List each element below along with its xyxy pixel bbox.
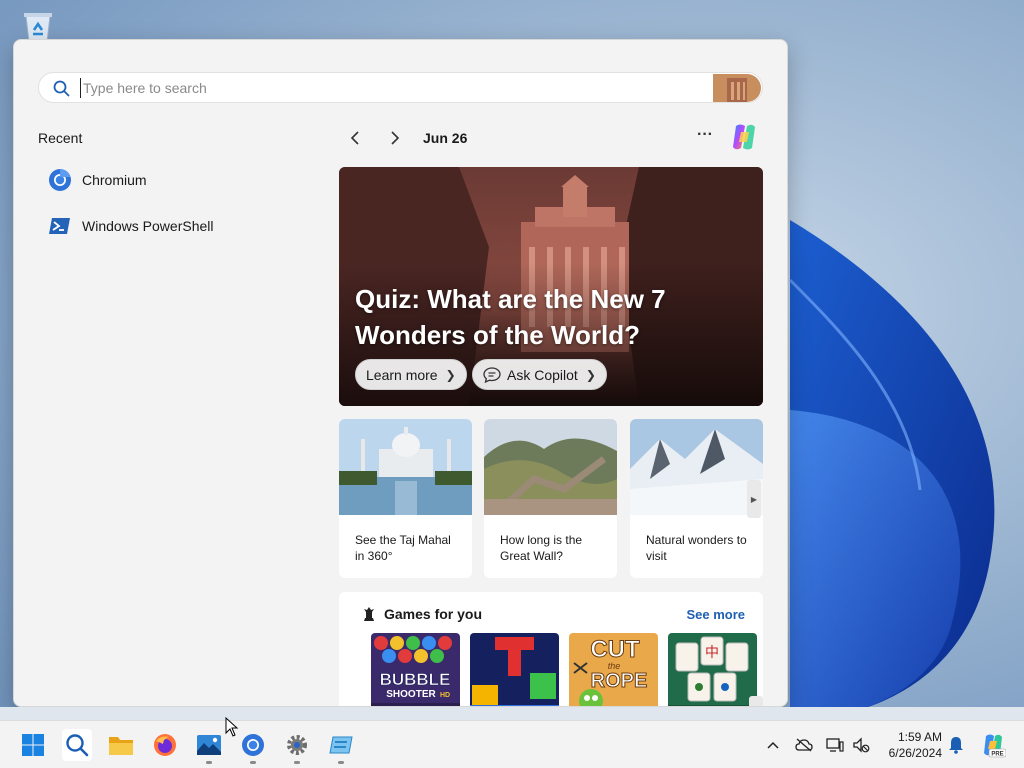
desktop-strip [0,707,1024,720]
clock-date: 6/26/2024 [888,746,942,760]
game-tile-blocks[interactable] [470,633,559,707]
search-box[interactable] [38,72,763,103]
mahjong-glyph-text: 中 [705,645,719,661]
mountains-image [630,419,763,515]
card-caption: See the Taj Mahal in 360° [355,533,451,563]
chevron-right-icon: ❯ [585,367,596,382]
chromium-icon [49,169,71,191]
recent-item-chromium[interactable]: Chromium [38,160,308,200]
card-natural-wonders[interactable]: Natural wonders to visit [630,419,763,578]
clock-time: 1:59 AM [897,730,942,744]
card-caption: How long is the Great Wall? [500,533,583,563]
running-indicator [250,761,256,764]
search-input[interactable] [80,78,660,98]
card-taj-mahal[interactable]: See the Taj Mahal in 360° [339,419,472,578]
chat-bubble-icon [483,366,501,383]
recent-item-label: Windows PowerShell [82,218,214,234]
great-wall-image [484,419,617,515]
feed-date: Jun 26 [423,130,468,146]
photos-icon [197,735,221,755]
file-explorer-button[interactable] [107,731,135,759]
onedrive-status-button[interactable] [795,736,813,754]
learn-more-label: Learn more [366,366,438,383]
folder-icon [109,737,133,755]
hd-logo-text: HD [440,692,450,699]
search-icon [66,734,89,757]
running-indicator [206,761,212,764]
card-caption: Natural wonders to visit [646,533,747,563]
chromium-icon [242,734,264,756]
hero-title: Quiz: What are the New 7 Wonders of the … [355,284,666,350]
photos-button[interactable] [195,731,223,759]
previous-button[interactable] [343,126,367,150]
more-options-button[interactable]: ··· [691,126,719,150]
chevron-left-icon [350,131,359,145]
firefox-button[interactable] [151,731,179,759]
cut-logo-text: CUT [590,636,640,663]
app-window-icon [329,736,353,754]
network-button[interactable] [826,736,844,754]
recent-heading: Recent [38,130,83,146]
chevron-up-icon [767,741,779,749]
games-scroll-right-button[interactable]: ▶ [749,696,763,706]
clock[interactable]: 1:59 AM 6/26/2024 [884,729,942,761]
recent-item-label: Chromium [82,172,147,188]
recent-item-powershell[interactable]: Windows PowerShell [38,206,308,246]
bubble-logo-text: BUBBLE [380,670,451,689]
search-highlight-thumbnail[interactable] [713,74,761,102]
gear-icon [287,735,307,755]
cards-scroll-right-button[interactable]: ▶ [747,480,761,518]
copilot-icon[interactable] [727,120,761,154]
running-indicator [338,761,344,764]
chess-piece-icon [364,607,374,621]
game-tile-mahjong[interactable]: 中 [668,633,757,707]
game-tile-bubble-shooter[interactable]: BUBBLE SHOOTER HD [371,633,460,707]
taj-mahal-image [339,419,472,515]
feed-nav-row: Jun 26 ··· [339,124,769,150]
volume-button[interactable] [852,736,870,754]
start-button[interactable] [19,731,47,759]
card-great-wall[interactable]: How long is the Great Wall? [484,419,617,578]
ask-copilot-button[interactable]: Ask Copilot ❯ [472,359,607,390]
notifications-button[interactable] [947,736,965,754]
see-more-link[interactable]: See more [686,607,745,622]
next-button[interactable] [383,126,407,150]
chevron-right-icon: ❯ [445,367,456,382]
ask-copilot-label: Ask Copilot [507,366,578,383]
bell-icon [949,737,963,754]
copilot-pre-badge: PRE [991,752,1003,758]
taskbar-search-button[interactable] [62,729,92,761]
cloud-off-icon [795,738,813,752]
powershell-icon [49,218,70,234]
volume-muted-icon [853,737,870,753]
copilot-taskbar-button[interactable]: PRE [980,732,1006,758]
shooter-logo-text: SHOOTER [386,689,436,700]
search-icon [53,80,70,97]
games-title: Games for you [384,606,483,622]
firefox-icon [154,734,176,756]
hero-card[interactable]: Quiz: What are the New 7 Wonders of the … [339,167,763,406]
running-indicator [294,761,300,764]
chromium-button[interactable] [239,731,267,759]
settings-button[interactable] [283,731,311,759]
copilot-icon: PRE [984,734,1006,758]
rope-logo-text: ROPE [591,670,648,692]
games-section: Games for you See more BUBBLE SHOOTER HD [339,592,763,707]
taskbar: 1:59 AM 6/26/2024 PRE [0,720,1024,768]
network-icon [826,738,844,752]
mouse-cursor-icon [225,717,239,737]
start-search-flyout: Recent Chromium Windows PowerShell Jun 2… [13,39,788,707]
game-tile-cut-the-rope[interactable]: CUT the ROPE [569,633,658,707]
show-hidden-icons-button[interactable] [764,736,782,754]
windows-logo-icon [22,734,44,756]
app-button[interactable] [327,731,355,759]
learn-more-button[interactable]: Learn more ❯ [355,359,467,390]
chevron-right-icon [391,131,400,145]
